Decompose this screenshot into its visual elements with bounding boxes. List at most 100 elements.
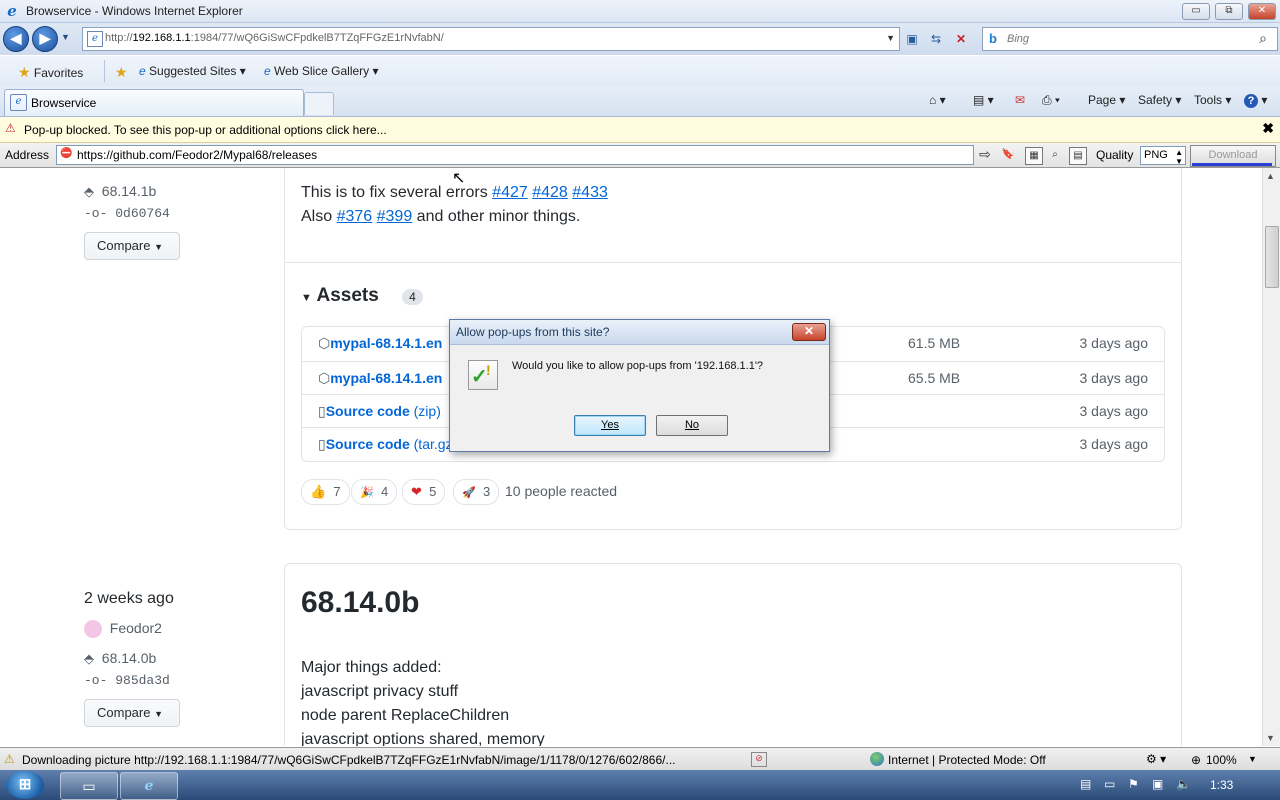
- tab-browservice[interactable]: e Browservice: [4, 89, 304, 116]
- quality-value: PNG: [1144, 149, 1168, 161]
- issue-link-433[interactable]: #433: [572, 184, 608, 201]
- zoom-icon[interactable]: ⊕: [1191, 753, 1201, 767]
- url-field[interactable]: e http://192.168.1.1:1984/77/wQ6GiSwCFpd…: [82, 27, 900, 51]
- reaction-thumbs-up[interactable]: 👍 7: [301, 479, 350, 505]
- find-icon[interactable]: ▦: [1025, 147, 1043, 165]
- page-content: ⬘ 68.14.1b -o- 0d60764 Compare ▼ This is…: [0, 168, 1262, 746]
- browservice-toolbar: Address ⛔ https://github.com/Feodor2/Myp…: [0, 143, 1280, 168]
- vertical-scrollbar[interactable]: ▲ ▼: [1262, 168, 1280, 746]
- mail-icon[interactable]: ✉: [1015, 93, 1025, 107]
- explorer-taskbar-icon[interactable]: ▭: [60, 772, 118, 800]
- search-icon[interactable]: ⌕: [1259, 30, 1267, 47]
- close-info-bar-icon[interactable]: ✖: [1262, 120, 1274, 137]
- issue-link-427[interactable]: #427: [492, 184, 528, 201]
- dialog-message: Would you like to allow pop-ups from '19…: [512, 360, 764, 372]
- status-bar: ⚠ Downloading picture http://192.168.1.1…: [0, 747, 1280, 771]
- compatibility-icon[interactable]: ▣: [903, 30, 921, 48]
- scroll-up-icon[interactable]: ▲: [1266, 171, 1275, 181]
- page-menu[interactable]: Page ▾: [1088, 93, 1125, 107]
- no-button[interactable]: No: [656, 415, 728, 436]
- refresh-icon[interactable]: ⇆: [927, 30, 945, 48]
- bing-icon: b: [989, 31, 997, 46]
- go-icon[interactable]: ⇨: [977, 147, 993, 163]
- safety-menu[interactable]: Safety ▾: [1138, 93, 1181, 107]
- release1-tag[interactable]: ⬘ 68.14.1b: [84, 183, 156, 200]
- home-icon[interactable]: ⌂ ▾: [929, 93, 946, 107]
- back-button[interactable]: ◀: [3, 26, 29, 52]
- add-favorites-icon[interactable]: ★: [115, 64, 128, 81]
- triangle-down-icon: ▼: [301, 292, 312, 304]
- tray-flag-icon[interactable]: ⚑: [1128, 777, 1139, 791]
- avatar: [84, 620, 102, 639]
- url-dropdown-icon[interactable]: ▼: [886, 33, 895, 43]
- tray-volume-icon[interactable]: 🔈: [1176, 777, 1191, 791]
- release1-compare-button[interactable]: Compare ▼: [84, 232, 180, 260]
- dialog-close-button[interactable]: ✕: [792, 323, 826, 341]
- ie-taskbar-icon[interactable]: e: [120, 772, 178, 800]
- tray-document-icon[interactable]: ▤: [1080, 777, 1091, 791]
- release1-commit[interactable]: -o- 0d60764: [84, 206, 170, 221]
- browservice-address-field[interactable]: ⛔ https://github.com/Feodor2/Mypal68/rel…: [56, 145, 974, 165]
- protected-mode-icon[interactable]: ⚙ ▾: [1146, 752, 1166, 766]
- scroll-down-icon[interactable]: ▼: [1266, 733, 1275, 743]
- maximize-button[interactable]: ⧉: [1215, 3, 1243, 20]
- asset-date: 3 days ago: [1079, 335, 1149, 351]
- tray-monitor-icon[interactable]: ▭: [1104, 777, 1115, 791]
- release2-tag[interactable]: ⬘ 68.14.0b: [84, 650, 156, 667]
- navigation-bar: ◀ ▶ ▼ e http://192.168.1.1:1984/77/wQ6Gi…: [0, 23, 1280, 55]
- stop-icon[interactable]: ✕: [952, 30, 970, 48]
- asset-size: 65.5 MB: [908, 370, 961, 386]
- binoculars-icon[interactable]: ⌕: [1047, 147, 1063, 163]
- security-zone[interactable]: Internet | Protected Mode: Off: [888, 753, 1046, 767]
- issue-link-399[interactable]: #399: [377, 208, 413, 225]
- help-menu[interactable]: ? ▾: [1244, 93, 1267, 108]
- release2-compare-button[interactable]: Compare ▼: [84, 699, 180, 727]
- asset-link[interactable]: ⬡mypal-68.14.1.en: [318, 335, 442, 352]
- tag-icon: ⬘: [84, 184, 94, 199]
- release2-author[interactable]: Feodor2: [84, 620, 162, 639]
- reaction-heart[interactable]: ❤ 5: [402, 479, 446, 505]
- asset-date: 3 days ago: [1079, 436, 1149, 452]
- new-tab-button[interactable]: [304, 92, 334, 115]
- release2-commit[interactable]: -o- 985da3d: [84, 673, 170, 688]
- warning-icon: ⚠: [4, 752, 15, 766]
- popup-info-bar[interactable]: ⚠ Pop-up blocked. To see this pop-up or …: [0, 117, 1280, 143]
- tools-menu[interactable]: Tools ▾: [1194, 93, 1231, 107]
- blocked-popup-icon[interactable]: ⊘: [751, 752, 767, 767]
- clock[interactable]: 1:33: [1210, 778, 1233, 792]
- close-window-button[interactable]: ✕: [1248, 3, 1276, 20]
- print-icon[interactable]: ⎙ ▾: [1042, 93, 1060, 108]
- web-slice-gallery-link[interactable]: e Web Slice Gallery ▾: [264, 64, 379, 78]
- clipboard-icon[interactable]: ▤: [1069, 147, 1087, 165]
- feeds-icon[interactable]: ▤ ▾: [973, 93, 994, 107]
- start-button[interactable]: ⊞: [6, 771, 44, 799]
- release2-title[interactable]: 68.14.0b: [301, 586, 419, 620]
- asset-link[interactable]: ▯Source code (tar.gz): [318, 436, 457, 453]
- reaction-rocket[interactable]: 🚀 3: [453, 479, 500, 505]
- forward-button[interactable]: ▶: [32, 26, 58, 52]
- tab-bar: e Browservice ⌂ ▾ ▤ ▾ ✉ ⎙ ▾ Page ▾ Safet…: [0, 86, 1280, 117]
- yes-button[interactable]: Yes: [574, 415, 646, 436]
- scroll-thumb[interactable]: [1265, 226, 1279, 288]
- zoom-level[interactable]: 100%: [1206, 753, 1237, 767]
- help-icon: ?: [1244, 94, 1258, 108]
- favorites-button[interactable]: ★ Favorites: [18, 64, 83, 81]
- quality-spinner-icon[interactable]: ▲ ▼: [1175, 148, 1183, 166]
- assets-toggle[interactable]: ▼ Assets 4: [301, 285, 423, 307]
- info-bar-text[interactable]: Pop-up blocked. To see this pop-up or ad…: [24, 123, 387, 137]
- asset-link[interactable]: ▯Source code (zip): [318, 403, 441, 420]
- quality-select[interactable]: PNG ▲ ▼: [1140, 146, 1186, 166]
- issue-link-376[interactable]: #376: [337, 208, 373, 225]
- asset-link[interactable]: ⬡mypal-68.14.1.en: [318, 370, 442, 387]
- bookmark-icon[interactable]: 🔖: [1000, 147, 1016, 163]
- dialog-title-bar: Allow pop-ups from this site? ✕: [450, 320, 829, 345]
- reaction-hooray[interactable]: 🎉 4: [351, 479, 398, 505]
- tray-network-icon[interactable]: ▣: [1152, 777, 1163, 791]
- suggested-sites-link[interactable]: e Suggested Sites ▾: [139, 64, 246, 78]
- history-dropdown-icon[interactable]: ▼: [61, 32, 70, 42]
- release2-date: 2 weeks ago: [84, 590, 174, 607]
- issue-link-428[interactable]: #428: [532, 184, 568, 201]
- search-input[interactable]: b Bing ⌕: [982, 27, 1278, 51]
- minimize-button[interactable]: ▭: [1182, 3, 1210, 20]
- zoom-dropdown-icon[interactable]: ▼: [1248, 754, 1257, 764]
